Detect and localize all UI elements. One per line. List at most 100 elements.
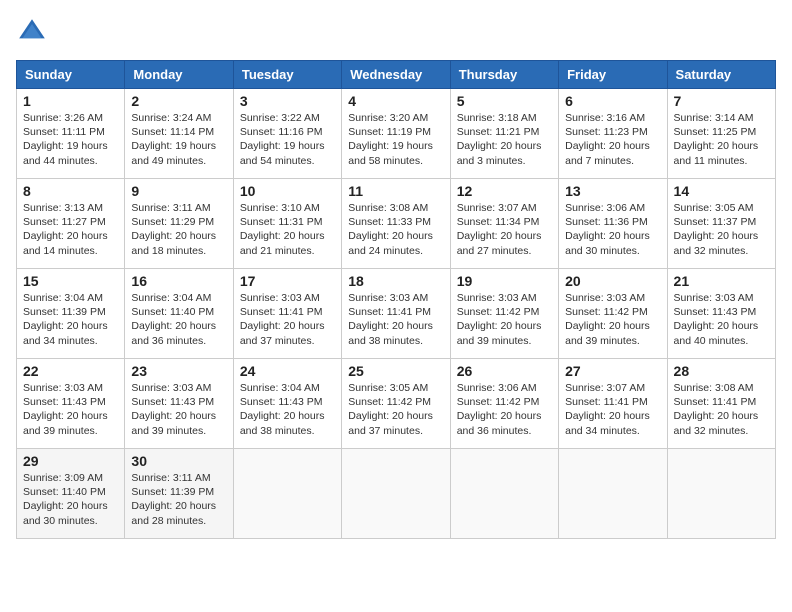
day-info: Sunrise: 3:11 AM Sunset: 11:39 PM Daylig… bbox=[131, 471, 226, 528]
day-info: Sunrise: 3:16 AM Sunset: 11:23 PM Daylig… bbox=[565, 111, 660, 168]
day-info: Sunrise: 3:10 AM Sunset: 11:31 PM Daylig… bbox=[240, 201, 335, 258]
day-number: 2 bbox=[131, 93, 226, 109]
day-info: Sunrise: 3:03 AM Sunset: 11:43 PM Daylig… bbox=[23, 381, 118, 438]
day-info: Sunrise: 3:22 AM Sunset: 11:16 PM Daylig… bbox=[240, 111, 335, 168]
day-info: Sunrise: 3:05 AM Sunset: 11:42 PM Daylig… bbox=[348, 381, 443, 438]
day-info: Sunrise: 3:04 AM Sunset: 11:43 PM Daylig… bbox=[240, 381, 335, 438]
day-number: 26 bbox=[457, 363, 552, 379]
calendar-day-cell: 30Sunrise: 3:11 AM Sunset: 11:39 PM Dayl… bbox=[125, 449, 233, 539]
day-number: 1 bbox=[23, 93, 118, 109]
calendar-day-cell: 2 Sunrise: 3:24 AM Sunset: 11:14 PM Dayli… bbox=[125, 89, 233, 179]
calendar-day-cell: 14Sunrise: 3:05 AM Sunset: 11:37 PM Dayl… bbox=[667, 179, 775, 269]
calendar-day-cell: 19 Sunrise: 3:03 AM Sunset: 11:42 PM Dayl… bbox=[450, 269, 558, 359]
page-header bbox=[16, 16, 776, 48]
day-number: 12 bbox=[457, 183, 552, 199]
calendar-day-cell: 13 Sunrise: 3:06 AM Sunset: 11:36 PM Dayl… bbox=[559, 179, 667, 269]
day-number: 13 bbox=[565, 183, 660, 199]
day-number: 20 bbox=[565, 273, 660, 289]
weekday-header-cell: Friday bbox=[559, 61, 667, 89]
day-info: Sunrise: 3:03 AM Sunset: 11:42 PM Daylig… bbox=[457, 291, 552, 348]
day-number: 18 bbox=[348, 273, 443, 289]
day-info: Sunrise: 3:18 AM Sunset: 11:21 PM Daylig… bbox=[457, 111, 552, 168]
logo-icon bbox=[16, 16, 48, 48]
day-info: Sunrise: 3:04 AM Sunset: 11:40 PM Daylig… bbox=[131, 291, 226, 348]
logo bbox=[16, 16, 52, 48]
calendar-day-cell: 28 Sunrise: 3:08 AM Sunset: 11:41 PM Dayl… bbox=[667, 359, 775, 449]
weekday-header-cell: Thursday bbox=[450, 61, 558, 89]
day-number: 11 bbox=[348, 183, 443, 199]
day-number: 9 bbox=[131, 183, 226, 199]
day-number: 28 bbox=[674, 363, 769, 379]
calendar-week-row: 15 Sunrise: 3:04 AM Sunset: 11:39 PM Dayl… bbox=[17, 269, 776, 359]
calendar-week-row: 1 Sunrise: 3:26 AM Sunset: 11:11 PM Dayli… bbox=[17, 89, 776, 179]
weekday-header-cell: Sunday bbox=[17, 61, 125, 89]
weekday-header-cell: Monday bbox=[125, 61, 233, 89]
calendar-day-cell: 7Sunrise: 3:14 AM Sunset: 11:25 PM Dayli… bbox=[667, 89, 775, 179]
day-info: Sunrise: 3:06 AM Sunset: 11:42 PM Daylig… bbox=[457, 381, 552, 438]
day-info: Sunrise: 3:06 AM Sunset: 11:36 PM Daylig… bbox=[565, 201, 660, 258]
calendar-day-cell: 27Sunrise: 3:07 AM Sunset: 11:41 PM Dayl… bbox=[559, 359, 667, 449]
day-info: Sunrise: 3:08 AM Sunset: 11:33 PM Daylig… bbox=[348, 201, 443, 258]
calendar-day-cell: 26 Sunrise: 3:06 AM Sunset: 11:42 PM Dayl… bbox=[450, 359, 558, 449]
calendar-day-cell: 16 Sunrise: 3:04 AM Sunset: 11:40 PM Dayl… bbox=[125, 269, 233, 359]
day-number: 29 bbox=[23, 453, 118, 469]
day-info: Sunrise: 3:04 AM Sunset: 11:39 PM Daylig… bbox=[23, 291, 118, 348]
day-info: Sunrise: 3:08 AM Sunset: 11:41 PM Daylig… bbox=[674, 381, 769, 438]
calendar-day-cell: 1 Sunrise: 3:26 AM Sunset: 11:11 PM Dayli… bbox=[17, 89, 125, 179]
day-info: Sunrise: 3:20 AM Sunset: 11:19 PM Daylig… bbox=[348, 111, 443, 168]
day-number: 22 bbox=[23, 363, 118, 379]
day-info: Sunrise: 3:26 AM Sunset: 11:11 PM Daylig… bbox=[23, 111, 118, 168]
calendar-day-cell: 21 Sunrise: 3:03 AM Sunset: 11:43 PM Dayl… bbox=[667, 269, 775, 359]
calendar-week-row: 22 Sunrise: 3:03 AM Sunset: 11:43 PM Dayl… bbox=[17, 359, 776, 449]
calendar-week-row: 8 Sunrise: 3:13 AM Sunset: 11:27 PM Dayli… bbox=[17, 179, 776, 269]
day-number: 25 bbox=[348, 363, 443, 379]
calendar-day-cell: 15 Sunrise: 3:04 AM Sunset: 11:39 PM Dayl… bbox=[17, 269, 125, 359]
calendar-day-cell: 9 Sunrise: 3:11 AM Sunset: 11:29 PM Dayli… bbox=[125, 179, 233, 269]
day-info: Sunrise: 3:11 AM Sunset: 11:29 PM Daylig… bbox=[131, 201, 226, 258]
day-number: 24 bbox=[240, 363, 335, 379]
day-info: Sunrise: 3:03 AM Sunset: 11:43 PM Daylig… bbox=[674, 291, 769, 348]
weekday-header-row: SundayMondayTuesdayWednesdayThursdayFrid… bbox=[17, 61, 776, 89]
calendar-day-cell: 17Sunrise: 3:03 AM Sunset: 11:41 PM Dayl… bbox=[233, 269, 341, 359]
calendar-day-cell: 10 Sunrise: 3:10 AM Sunset: 11:31 PM Dayl… bbox=[233, 179, 341, 269]
calendar-day-cell: 20 Sunrise: 3:03 AM Sunset: 11:42 PM Dayl… bbox=[559, 269, 667, 359]
calendar-day-cell: 6 Sunrise: 3:16 AM Sunset: 11:23 PM Dayli… bbox=[559, 89, 667, 179]
calendar-table: SundayMondayTuesdayWednesdayThursdayFrid… bbox=[16, 60, 776, 539]
day-number: 10 bbox=[240, 183, 335, 199]
day-info: Sunrise: 3:13 AM Sunset: 11:27 PM Daylig… bbox=[23, 201, 118, 258]
calendar-day-cell bbox=[667, 449, 775, 539]
calendar-day-cell: 22 Sunrise: 3:03 AM Sunset: 11:43 PM Dayl… bbox=[17, 359, 125, 449]
weekday-header-cell: Tuesday bbox=[233, 61, 341, 89]
calendar-day-cell: 23 Sunrise: 3:03 AM Sunset: 11:43 PM Dayl… bbox=[125, 359, 233, 449]
calendar-day-cell: 18 Sunrise: 3:03 AM Sunset: 11:41 PM Dayl… bbox=[342, 269, 450, 359]
calendar-day-cell bbox=[450, 449, 558, 539]
day-number: 21 bbox=[674, 273, 769, 289]
calendar-body: 1 Sunrise: 3:26 AM Sunset: 11:11 PM Dayli… bbox=[17, 89, 776, 539]
day-info: Sunrise: 3:03 AM Sunset: 11:41 PM Daylig… bbox=[348, 291, 443, 348]
calendar-day-cell bbox=[233, 449, 341, 539]
day-number: 6 bbox=[565, 93, 660, 109]
day-number: 5 bbox=[457, 93, 552, 109]
day-number: 15 bbox=[23, 273, 118, 289]
day-number: 16 bbox=[131, 273, 226, 289]
calendar-day-cell: 25 Sunrise: 3:05 AM Sunset: 11:42 PM Dayl… bbox=[342, 359, 450, 449]
day-info: Sunrise: 3:24 AM Sunset: 11:14 PM Daylig… bbox=[131, 111, 226, 168]
day-info: Sunrise: 3:03 AM Sunset: 11:43 PM Daylig… bbox=[131, 381, 226, 438]
day-info: Sunrise: 3:03 AM Sunset: 11:42 PM Daylig… bbox=[565, 291, 660, 348]
calendar-week-row: 29Sunrise: 3:09 AM Sunset: 11:40 PM Dayl… bbox=[17, 449, 776, 539]
calendar-day-cell bbox=[559, 449, 667, 539]
day-number: 19 bbox=[457, 273, 552, 289]
day-number: 4 bbox=[348, 93, 443, 109]
day-info: Sunrise: 3:05 AM Sunset: 11:37 PM Daylig… bbox=[674, 201, 769, 258]
weekday-header-cell: Wednesday bbox=[342, 61, 450, 89]
calendar-day-cell: 5 Sunrise: 3:18 AM Sunset: 11:21 PM Dayli… bbox=[450, 89, 558, 179]
calendar-day-cell: 3Sunrise: 3:22 AM Sunset: 11:16 PM Dayli… bbox=[233, 89, 341, 179]
day-number: 23 bbox=[131, 363, 226, 379]
day-number: 27 bbox=[565, 363, 660, 379]
day-number: 8 bbox=[23, 183, 118, 199]
calendar-day-cell: 11 Sunrise: 3:08 AM Sunset: 11:33 PM Dayl… bbox=[342, 179, 450, 269]
calendar-day-cell: 4 Sunrise: 3:20 AM Sunset: 11:19 PM Dayli… bbox=[342, 89, 450, 179]
calendar-day-cell: 8 Sunrise: 3:13 AM Sunset: 11:27 PM Dayli… bbox=[17, 179, 125, 269]
day-number: 7 bbox=[674, 93, 769, 109]
day-info: Sunrise: 3:07 AM Sunset: 11:34 PM Daylig… bbox=[457, 201, 552, 258]
